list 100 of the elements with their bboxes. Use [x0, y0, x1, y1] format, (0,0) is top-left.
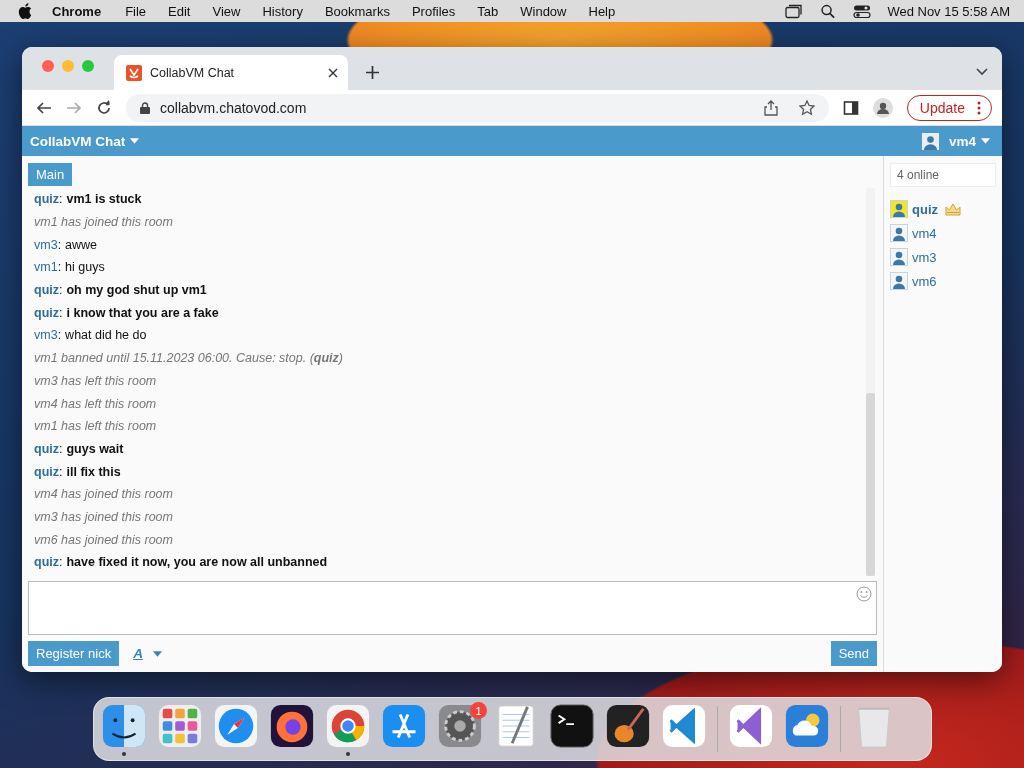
colon-text: : [59, 192, 63, 207]
message-text: have fixed it now, you are now all unbanned [66, 555, 328, 570]
site-favicon-icon [126, 64, 142, 81]
register-nick-button[interactable]: Register nick [28, 641, 120, 666]
colon-text: : [57, 328, 62, 343]
room-tab[interactable]: Main [28, 163, 73, 186]
message-input-field[interactable] [28, 581, 877, 635]
message-author[interactable]: vm3 [34, 328, 58, 343]
colon-text: : [57, 237, 62, 252]
close-tab-icon[interactable] [328, 67, 338, 78]
system-message: vm3 has joined this room [34, 509, 173, 524]
online-count-field: 4 online [890, 163, 996, 187]
user-avatar-icon[interactable] [890, 224, 908, 242]
star-icon[interactable] [798, 99, 815, 116]
gear-icon[interactable] [437, 702, 483, 749]
message-text: vm1 is stuck [66, 192, 142, 207]
menu-item[interactable]: Tab [477, 3, 499, 19]
app-grid-icon[interactable] [157, 702, 203, 749]
caret-icon[interactable] [152, 650, 162, 657]
user-name[interactable]: vm3 [912, 249, 937, 265]
lock-icon[interactable] [140, 101, 150, 114]
control-center-icon[interactable] [853, 3, 872, 19]
user-name[interactable]: vm6 [912, 273, 937, 289]
message-author[interactable]: quiz [34, 283, 59, 298]
crown-icon [945, 202, 961, 216]
profile-icon[interactable] [872, 97, 893, 118]
back-icon[interactable] [36, 99, 52, 116]
message-author[interactable]: vm1 [34, 260, 58, 275]
code-editor-icon[interactable] [661, 702, 707, 749]
update-button[interactable]: Update [906, 94, 992, 121]
menu-item[interactable]: Edit [168, 3, 191, 19]
user-name[interactable]: quiz [912, 201, 938, 217]
message-author[interactable]: quiz [34, 441, 59, 456]
message-author[interactable]: vm3 [34, 237, 58, 252]
address-bar[interactable]: collabvm.chatovod.com [126, 93, 829, 122]
reload-icon[interactable] [96, 99, 112, 116]
guitar-icon[interactable] [605, 702, 651, 749]
menu-item[interactable]: Help [588, 3, 616, 19]
menu-item[interactable]: Profiles [411, 3, 456, 19]
message-author[interactable]: quiz [34, 555, 59, 570]
menu-item[interactable]: File [125, 3, 147, 19]
new-tab-icon[interactable] [366, 66, 379, 79]
terminal-icon[interactable] [549, 702, 595, 749]
user-menu[interactable]: vm4 [948, 133, 990, 149]
apple-icon[interactable] [18, 3, 32, 19]
system-message: vm1 has left this room [34, 419, 157, 434]
chat-title-menu[interactable]: CollabVM Chat [30, 133, 140, 149]
tab-title: CollabVM Chat [150, 65, 236, 80]
user-avatar-icon[interactable] [890, 200, 908, 218]
menu-item[interactable]: Bookmarks [324, 3, 390, 19]
message-text: oh my god shut up vm1 [66, 283, 207, 298]
system-message: vm1 banned until 15.11.2023 06:00. Cause: stop. (quiz) [34, 351, 343, 366]
caret-icon [130, 138, 140, 144]
browser-tab[interactable]: CollabVM Chat [114, 55, 348, 90]
ide-icon[interactable] [728, 702, 774, 749]
colon-text: : [59, 464, 63, 479]
scrollbar-thumb[interactable] [866, 393, 875, 576]
message-text: ill fix this [66, 464, 121, 479]
colon-text: : [59, 441, 63, 456]
message-author[interactable]: quiz [34, 305, 59, 320]
compass-icon[interactable] [213, 702, 259, 749]
message-author[interactable]: quiz [34, 192, 59, 207]
forward-icon[interactable] [66, 99, 82, 116]
user-name[interactable]: vm4 [912, 225, 937, 241]
face-icon[interactable] [101, 702, 147, 749]
system-message: vm4 has joined this room [34, 487, 173, 502]
chevron-down-icon[interactable] [976, 68, 988, 76]
menu-item[interactable]: View [212, 3, 241, 19]
user-avatar-icon[interactable] [890, 272, 908, 290]
menu-item[interactable]: History [262, 3, 303, 19]
user-icon[interactable] [921, 132, 939, 150]
message-author[interactable]: quiz [34, 464, 59, 479]
system-message: vm1 has joined this room [34, 215, 173, 230]
windows-icon[interactable] [785, 3, 804, 19]
caret-icon [981, 138, 990, 144]
system-message: vm6 has joined this room [34, 532, 173, 547]
colon-text: : [57, 260, 62, 275]
send-button[interactable]: Send [830, 641, 877, 666]
system-message: vm4 has left this room [34, 396, 157, 411]
more-icon[interactable] [977, 100, 981, 115]
fox-icon[interactable] [269, 702, 315, 749]
message-text: i know that you are a fake [66, 305, 219, 320]
user-avatar-icon[interactable] [890, 248, 908, 266]
close-window-button[interactable] [42, 59, 54, 72]
url-text: collabvm.chatovod.com [160, 99, 307, 116]
colon-text: : [59, 555, 63, 570]
side-panel-icon[interactable] [842, 99, 859, 116]
message-text: guys wait [66, 441, 124, 456]
text-format-button[interactable]: A [133, 646, 143, 661]
menu-bar-clock[interactable]: Wed Nov 15 5:58 AM [887, 3, 1010, 19]
system-message: vm3 has left this room [34, 373, 157, 388]
colon-text: : [59, 305, 63, 320]
share-icon[interactable] [762, 99, 779, 116]
cloud-icon[interactable] [784, 702, 830, 749]
menu-item[interactable]: Window [520, 3, 567, 19]
message-text: awwe [65, 237, 98, 252]
colon-text: : [59, 283, 63, 298]
message-text: hi guys [65, 260, 105, 275]
letter-a-icon[interactable] [381, 702, 427, 749]
app-menu[interactable]: Chrome [52, 3, 102, 19]
